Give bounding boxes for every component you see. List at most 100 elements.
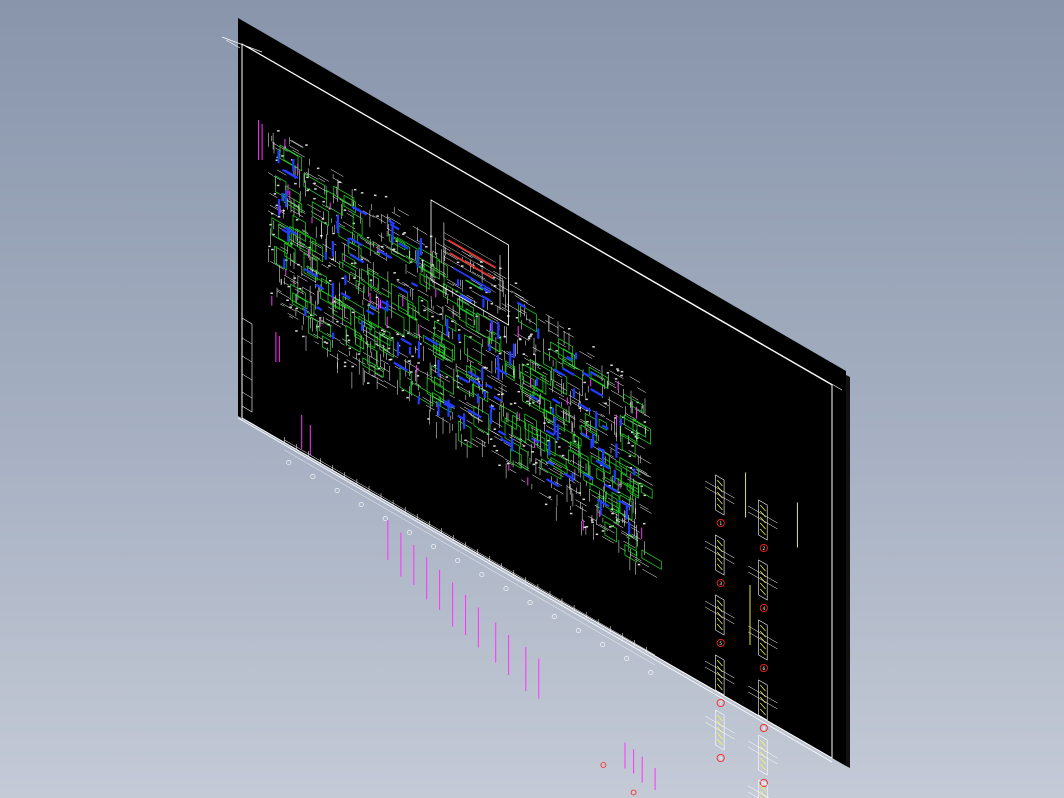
annotation-text	[457, 329, 461, 331]
annotation-text	[495, 449, 499, 452]
annotation-text	[433, 364, 437, 367]
annotation-text	[384, 195, 388, 198]
annotation-text	[305, 144, 308, 146]
annotation-text	[489, 438, 493, 440]
annotation-text	[640, 485, 643, 487]
annotation-text	[331, 258, 334, 261]
grid-bubble	[334, 487, 340, 493]
annotation-text	[528, 402, 532, 405]
grid-bubble	[551, 613, 557, 619]
detail-mark-label: 8	[762, 726, 765, 732]
hatch-line	[760, 757, 766, 765]
annotation-text	[383, 330, 386, 333]
annotation-text	[543, 422, 546, 424]
grid-bubble	[527, 599, 533, 605]
annotation-text	[501, 393, 504, 396]
annotation-text	[353, 277, 356, 279]
grid-bubble	[600, 641, 606, 647]
annotation-text	[323, 341, 327, 343]
annotation-text	[527, 337, 531, 340]
annotation-text	[343, 209, 347, 211]
annotation-text	[343, 361, 347, 364]
annotation-text	[268, 245, 271, 248]
annotation-text	[522, 445, 526, 447]
annotation-text	[338, 181, 342, 183]
grid-bubble	[455, 557, 461, 563]
annotation-text	[530, 333, 533, 336]
red-mark	[600, 762, 607, 768]
annotation-text	[295, 307, 298, 310]
annotation-text	[483, 366, 486, 369]
annotation-text	[532, 463, 536, 466]
annotation-text	[629, 467, 633, 469]
annotation-text	[503, 335, 507, 338]
annotation-text	[425, 246, 428, 248]
annotation-text	[411, 355, 414, 358]
annotation-text	[628, 455, 632, 457]
annotation-text	[614, 378, 618, 380]
annotation-text	[353, 188, 357, 191]
annotation-text	[591, 521, 594, 523]
annotation-text	[410, 371, 413, 373]
annotation-text	[321, 218, 325, 220]
drawing-sheet-3d-view[interactable]: 1234567891011	[0, 0, 1064, 798]
annotation-text	[367, 382, 370, 384]
annotation-text	[320, 235, 323, 237]
annotation-text	[351, 311, 355, 314]
annotation-text	[493, 285, 497, 287]
annotation-text	[366, 236, 370, 239]
annotation-text	[643, 522, 646, 525]
annotation-text	[558, 446, 561, 448]
annotation-text	[561, 454, 565, 457]
annotation-text	[277, 130, 280, 132]
annotation-text	[569, 512, 573, 515]
annotation-text	[287, 285, 290, 288]
annotation-text	[514, 282, 518, 284]
detail-mark-label: 4	[762, 606, 765, 612]
annotation-text	[611, 512, 614, 515]
annotation-text	[499, 267, 502, 270]
annotation-text	[387, 347, 391, 350]
annotation-text	[392, 248, 396, 250]
detail-mark-label: 9	[719, 756, 722, 762]
annotation-text	[609, 526, 612, 528]
annotation-text	[350, 262, 354, 265]
annotation-text	[376, 215, 379, 217]
annotation-text	[403, 232, 406, 234]
annotation-text	[285, 259, 288, 261]
annotation-text	[469, 287, 472, 289]
hatch-line	[760, 763, 766, 771]
annotation-text	[313, 182, 316, 185]
cad-viewport[interactable]: 1234567891011	[0, 0, 1064, 798]
annotation-text	[269, 223, 272, 226]
annotation-text	[509, 403, 513, 405]
red-mark	[630, 789, 637, 796]
grid-bubble	[382, 515, 388, 521]
annotation-text	[420, 300, 424, 302]
annotation-text	[423, 309, 426, 312]
annotation-text	[306, 189, 309, 192]
annotation-text	[451, 320, 454, 323]
grid-bubble	[358, 501, 364, 507]
annotation-text	[548, 496, 552, 498]
annotation-text	[578, 407, 581, 409]
annotation-text	[401, 389, 405, 392]
annotation-text	[522, 353, 526, 355]
annotation-text	[286, 299, 289, 301]
annotation-text	[578, 492, 581, 494]
grid-bubble	[479, 571, 485, 577]
annotation-text	[351, 365, 354, 368]
annotation-text	[555, 350, 558, 352]
annotation-text	[313, 197, 316, 200]
annotation-text	[490, 303, 494, 305]
grid-bubble	[624, 655, 630, 661]
annotation-text	[294, 182, 297, 185]
annotation-text	[346, 334, 349, 337]
annotation-text	[590, 519, 594, 521]
hatch-line	[716, 738, 723, 746]
hatch-line	[716, 714, 723, 722]
hatch-line	[716, 720, 723, 728]
annotation-text	[610, 364, 613, 366]
annotation-text	[416, 375, 420, 377]
annotation-text	[297, 263, 300, 266]
